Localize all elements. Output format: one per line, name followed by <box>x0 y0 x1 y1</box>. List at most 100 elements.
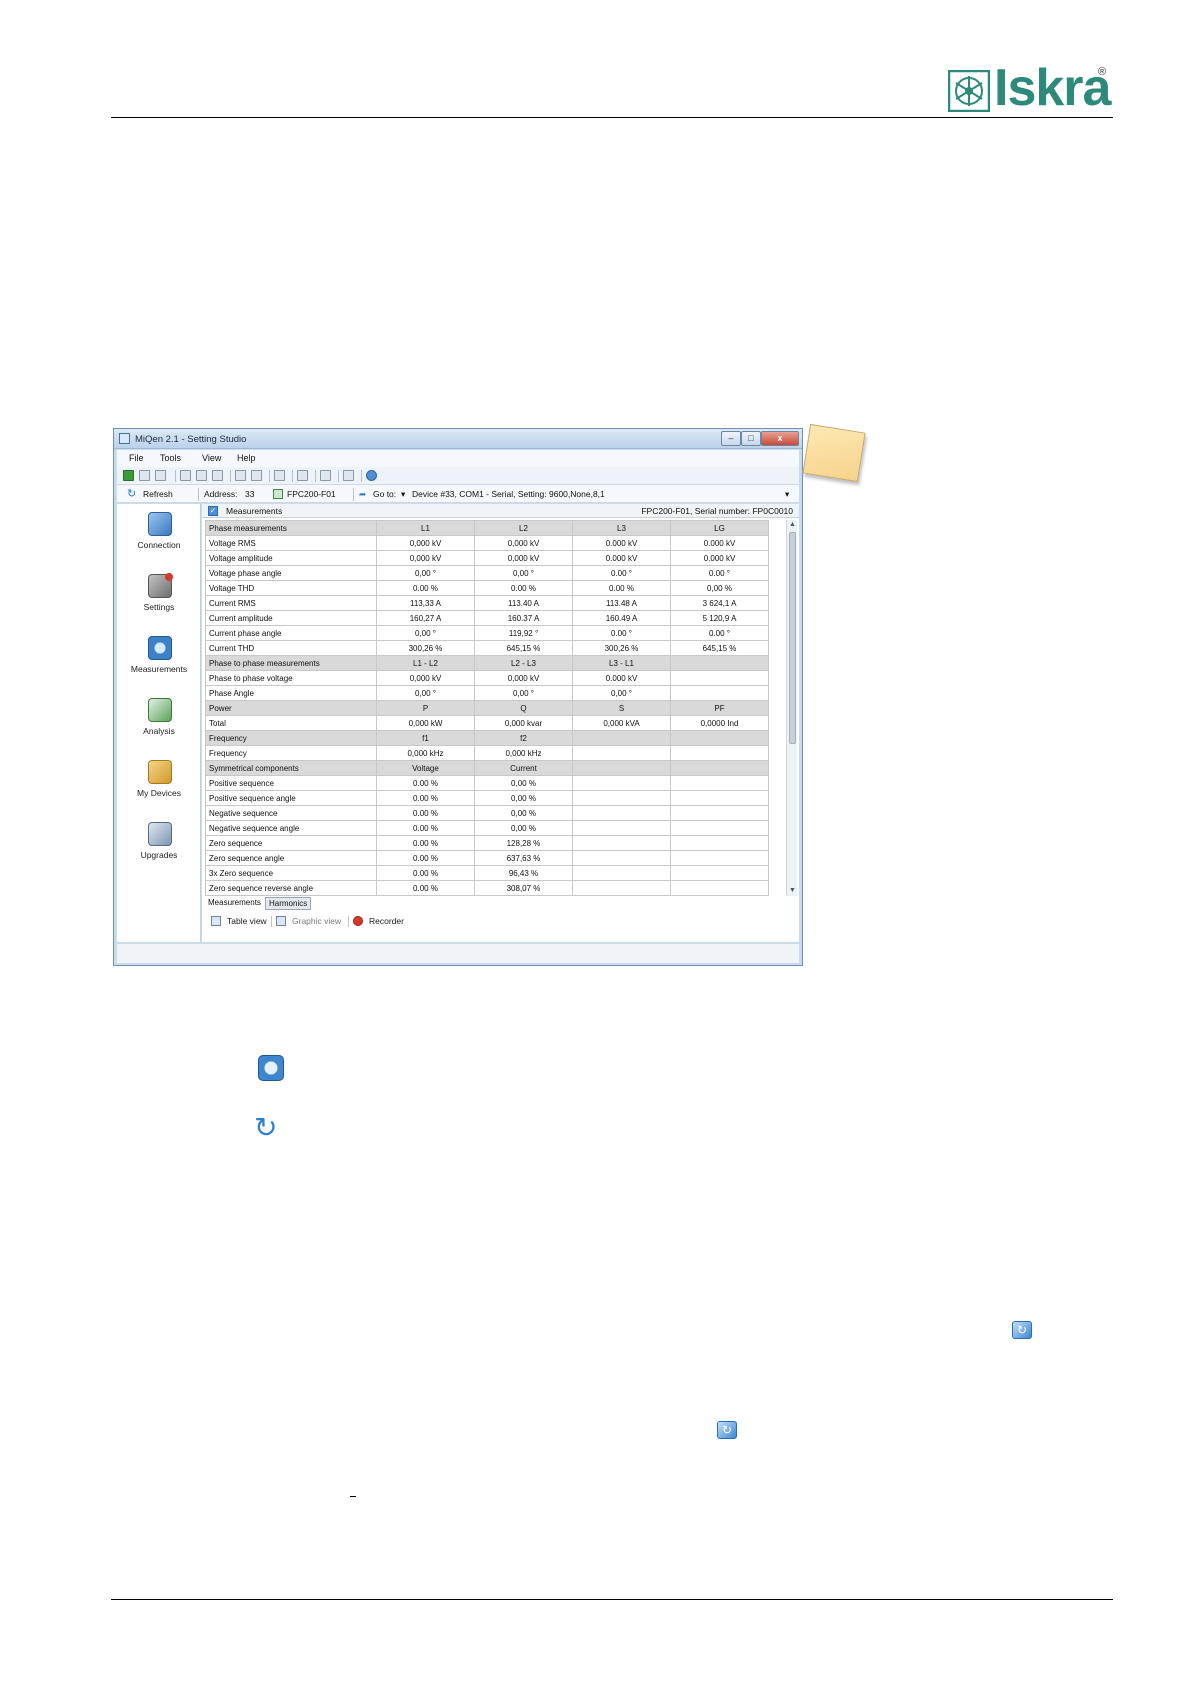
chart-icon[interactable] <box>274 470 285 481</box>
value-cell: 0.00 % <box>376 580 475 596</box>
menu-help[interactable]: Help <box>237 453 256 463</box>
sidebar-item-my-devices[interactable]: My Devices <box>117 760 201 814</box>
value-cell: Current <box>474 760 573 776</box>
goto-label[interactable]: Go to: <box>373 489 396 499</box>
table-row: Phase Angle 0,00 ° 0,00 ° 0,00 ° <box>205 685 769 701</box>
value-cell: 128,28 % <box>474 835 573 851</box>
measurements-panel: ✓ Measurements FPC200-F01, Serial number… <box>202 504 799 942</box>
menu-bar: File Tools View Help <box>117 450 799 467</box>
window-title: MiQen 2.1 - Setting Studio <box>135 434 247 445</box>
scroll-thumb[interactable] <box>789 532 796 744</box>
value-cell: 0.00 % <box>572 580 671 596</box>
graphic-view-icon[interactable] <box>276 916 286 926</box>
goto-value[interactable]: Device #33, COM1 - Serial, Setting: 9600… <box>412 489 605 499</box>
my-devices-icon <box>148 760 172 784</box>
sidebar-item-analysis[interactable]: Analysis <box>117 698 201 752</box>
menu-view[interactable]: View <box>202 453 221 463</box>
value-cell <box>670 760 769 776</box>
menu-tools[interactable]: Tools <box>160 453 181 463</box>
value-cell: 0,00 % <box>670 580 769 596</box>
row-label-cell: Power <box>205 700 377 716</box>
menu-file[interactable]: File <box>129 453 144 463</box>
address-value[interactable]: 33 <box>245 489 254 499</box>
view-bar: Table view Graphic view Recorder <box>205 913 786 929</box>
print-icon[interactable] <box>139 470 150 481</box>
vertical-scrollbar[interactable]: ▲ ▼ <box>786 520 797 896</box>
scroll-up-icon[interactable]: ▲ <box>787 520 798 530</box>
refresh-icon: ↻ <box>717 1421 737 1439</box>
minimize-button[interactable]: – <box>721 431 741 446</box>
app-icon <box>119 433 130 444</box>
value-cell: 0,000 kW <box>376 715 475 731</box>
row-label-cell: Negative sequence <box>205 805 377 821</box>
row-label-cell: Phase to phase voltage <box>205 670 377 686</box>
tag-icon[interactable] <box>297 470 308 481</box>
value-cell: 0,000 kV <box>376 670 475 686</box>
value-cell: 0,000 kvar <box>474 715 573 731</box>
refresh-icon[interactable]: ↻ <box>127 489 138 500</box>
sidebar-item-measurements[interactable]: Measurements <box>117 636 201 690</box>
tab-measurements[interactable]: Measurements <box>205 897 264 910</box>
device-name[interactable]: FPC200-F01 <box>287 489 336 499</box>
table-view-icon[interactable] <box>211 916 221 926</box>
setting-studio-window: MiQen 2.1 - Setting Studio – □ x File To… <box>113 428 803 966</box>
recorder-button[interactable]: Recorder <box>369 916 404 926</box>
value-cell <box>572 790 671 806</box>
new-connection-icon[interactable] <box>123 470 134 481</box>
value-cell <box>572 745 671 761</box>
value-cell: 0,00 ° <box>376 625 475 641</box>
table-row: Negative sequence 0.00 % 0,00 % <box>205 805 769 821</box>
tab-harmonics[interactable]: Harmonics <box>265 897 312 910</box>
row-label-cell: 3x Zero sequence <box>205 865 377 881</box>
sidebar-item-label: My Devices <box>137 788 181 798</box>
table-row: Current phase angle 0,00 ° 119,92 ° 0.00 ° 0… <box>205 625 769 641</box>
value-cell: LG <box>670 520 769 536</box>
table-row: Zero sequence reverse angle 0.00 % 308,07 … <box>205 880 769 896</box>
maximize-button[interactable]: □ <box>741 431 761 446</box>
value-cell: 0,00 ° <box>376 685 475 701</box>
close-button[interactable]: x <box>761 431 799 446</box>
table-row: Zero sequence angle 0.00 % 637,63 % <box>205 850 769 866</box>
iskra-wordmark: Iskra <box>994 59 1111 117</box>
value-cell: 0.000 kV <box>572 670 671 686</box>
settings-icon[interactable] <box>343 470 354 481</box>
paste-icon[interactable] <box>212 470 223 481</box>
sidebar-item-label: Measurements <box>130 664 188 674</box>
open-folder-icon[interactable] <box>155 470 166 481</box>
sidebar-item-settings[interactable]: Settings <box>117 573 201 628</box>
chevron-down-icon[interactable]: ▾ <box>785 489 789 500</box>
value-cell: 119,92 ° <box>474 625 573 641</box>
refresh-button[interactable]: Refresh <box>143 489 173 499</box>
goto-dropdown-icon[interactable]: ▾ <box>401 489 405 500</box>
title-bar[interactable]: MiQen 2.1 - Setting Studio – □ x <box>114 429 802 449</box>
iskra-emblem-icon <box>948 70 990 112</box>
scroll-down-icon[interactable]: ▼ <box>787 886 798 896</box>
toolbar-separator <box>230 470 231 482</box>
value-cell: 0.00 % <box>376 865 475 881</box>
table-view-button[interactable]: Table view <box>227 916 267 926</box>
value-cell: P <box>376 700 475 716</box>
print-preview-icon[interactable] <box>235 470 246 481</box>
value-cell: 0,00 ° <box>474 565 573 581</box>
table-row: Current THD 300,26 % 645,15 % 300,26 % 645,1… <box>205 640 769 656</box>
value-cell: 0,0000 Ind <box>670 715 769 731</box>
graphic-view-button[interactable]: Graphic view <box>292 916 341 926</box>
window-icon[interactable] <box>320 470 331 481</box>
sidebar-item-upgrades[interactable]: Upgrades <box>117 822 201 876</box>
value-cell <box>670 880 769 896</box>
value-cell <box>572 865 671 881</box>
help-globe-icon[interactable] <box>366 470 377 481</box>
copy-icon[interactable] <box>180 470 191 481</box>
value-cell: 113.40 A <box>474 595 573 611</box>
save-icon[interactable] <box>196 470 207 481</box>
status-bar <box>117 943 799 963</box>
goto-arrow-icon[interactable]: ➦ <box>359 489 366 500</box>
zoom-icon[interactable] <box>251 470 262 481</box>
sidebar-item-connection[interactable]: Connection <box>117 512 201 566</box>
row-label-cell: Frequency <box>205 730 377 746</box>
table-section-header: Power P Q S PF <box>205 700 769 716</box>
value-cell: 645,15 % <box>474 640 573 656</box>
upgrades-icon <box>148 822 172 846</box>
recorder-icon[interactable] <box>353 916 363 926</box>
view-separator <box>271 916 272 927</box>
